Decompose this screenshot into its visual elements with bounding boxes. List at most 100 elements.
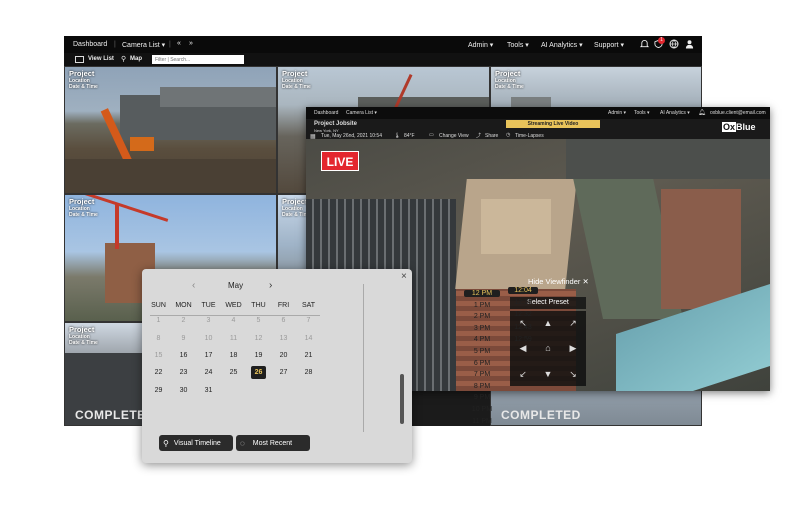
nav-tools[interactable]: Tools ▾ [507, 41, 529, 49]
prev-month-button[interactable]: ‹ [192, 280, 195, 291]
minute-option[interactable]: 12:32 [508, 311, 538, 318]
day-cell[interactable]: 11 [221, 329, 246, 346]
map-button[interactable]: Map [130, 56, 142, 62]
project-title: Project Jobsite [314, 121, 358, 127]
nav-ai-analytics[interactable]: AI Analytics ▾ [541, 41, 583, 49]
expand-icon[interactable]: » [189, 40, 193, 47]
hour-option[interactable]: 2 PM [464, 313, 500, 320]
bell-icon[interactable]: 🔔︎ [698, 109, 706, 116]
most-recent-button[interactable]: ◌ Most Recent [236, 435, 310, 451]
selected-day[interactable]: 26 [251, 366, 266, 380]
day-cell[interactable]: 18 [221, 347, 246, 364]
day-cell[interactable]: 19 [246, 347, 271, 364]
live-nav-admin[interactable]: Admin ▾ [608, 110, 626, 116]
hour-option[interactable]: 9 PM [464, 394, 500, 401]
hour-option[interactable]: 4 PM [464, 336, 500, 343]
selected-hour[interactable]: 12 PM [464, 290, 500, 297]
day-cell[interactable]: 24 [196, 364, 221, 381]
hour-option[interactable]: 7 PM [464, 371, 500, 378]
share-button[interactable]: Share [485, 133, 498, 139]
calendar-icon[interactable]: ▦ [310, 133, 316, 140]
day-cell[interactable]: 17 [196, 347, 221, 364]
filter-search-input[interactable] [152, 55, 244, 64]
next-month-button[interactable]: › [269, 280, 272, 291]
weekday-header: MON [175, 301, 192, 309]
arrow-up-right-icon[interactable]: ↗ [565, 316, 581, 330]
hour-option[interactable]: 11 PM [464, 418, 500, 425]
hour-option[interactable]: 8 PM [464, 383, 500, 390]
day-cell[interactable]: 13 [271, 329, 296, 346]
home-icon[interactable]: ⌂ [540, 341, 556, 355]
view-list-button[interactable]: View List [88, 56, 114, 62]
hour-option[interactable]: 3 PM [464, 325, 500, 332]
day-cell[interactable]: 31 [196, 382, 221, 399]
tile-title: Project [69, 69, 95, 78]
hour-option[interactable]: 5 PM [464, 348, 500, 355]
nav-admin[interactable]: Admin ▾ [468, 41, 493, 49]
day-cell[interactable]: 15 [146, 347, 171, 364]
close-icon[interactable]: × [401, 271, 407, 282]
streaming-live-video-button[interactable]: Streaming Live Video [506, 120, 600, 128]
bell-icon[interactable] [639, 39, 650, 51]
minute-option[interactable]: 12:59 [508, 336, 538, 343]
user-icon[interactable] [685, 39, 694, 51]
day-cell[interactable]: 20 [271, 347, 296, 364]
selected-minute[interactable]: 12:04 [508, 287, 538, 294]
day-cell[interactable]: 8 [146, 329, 171, 346]
live-nav-dashboard[interactable]: Dashboard [314, 110, 338, 116]
ptz-control-pad: ↖ ▲ ↗ ◀ ⌂ ▶ ↙ ▼ ↘ [510, 311, 586, 386]
day-cell[interactable]: 12 [246, 329, 271, 346]
month-label: May [228, 281, 244, 290]
weekday-header: THU [251, 301, 266, 309]
hide-viewfinder-button[interactable]: Hide Viewfinder ✕ [528, 277, 589, 286]
minute-option[interactable]: 12:18 [508, 299, 538, 306]
day-cell[interactable]: 16 [171, 347, 196, 364]
tile-datetime: Date & Time [69, 84, 98, 90]
day-cell[interactable]: 9 [171, 329, 196, 346]
day-cell[interactable]: 28 [296, 364, 321, 381]
day-cell[interactable]: 23 [171, 364, 196, 381]
live-nav-camera-list[interactable]: Camera List ▾ [346, 110, 377, 116]
live-nav-ai-analytics[interactable]: AI Analytics ▾ [660, 110, 690, 116]
hour-option[interactable]: 1 PM [464, 302, 500, 309]
globe-icon[interactable] [669, 39, 679, 51]
arrow-down-icon[interactable]: ▼ [540, 367, 556, 381]
arrow-up-icon[interactable]: ▲ [540, 316, 556, 330]
empty-day [246, 382, 271, 399]
weekday-header: SAT [301, 301, 316, 309]
empty-day [221, 382, 246, 399]
arrow-down-right-icon[interactable]: ↘ [565, 367, 581, 381]
day-cell[interactable]: 25 [221, 364, 246, 381]
thermometer-icon: 🌡︎ [394, 133, 401, 139]
day-cell[interactable]: 10 [196, 329, 221, 346]
arrow-left-icon[interactable]: ◀ [515, 341, 531, 355]
nav-dashboard[interactable]: Dashboard [73, 41, 107, 48]
change-view-button[interactable]: Change View [439, 133, 469, 139]
live-badge: LIVE [321, 151, 359, 171]
day-cell[interactable]: 27 [271, 364, 296, 381]
nav-camera-list[interactable]: Camera List ▾ [122, 41, 165, 49]
empty-day [271, 382, 296, 399]
scrollbar[interactable] [400, 374, 404, 424]
day-cell[interactable]: 21 [296, 347, 321, 364]
time-lapses-button[interactable]: Time-Lapses [515, 133, 544, 139]
minute-option[interactable]: 12:43 [508, 324, 538, 331]
visual-timeline-label: Visual Timeline [173, 439, 221, 447]
arrow-right-icon[interactable]: ▶ [565, 341, 581, 355]
hour-option[interactable]: 10 PM [464, 406, 500, 413]
tile-title: Project [282, 197, 308, 206]
live-datetime[interactable]: Tue, May 26nd, 2021 10:54 [321, 133, 382, 139]
hour-option[interactable]: 6 PM [464, 360, 500, 367]
visual-timeline-button[interactable]: ⚲ Visual Timeline [159, 435, 233, 451]
collapse-icon[interactable]: « [177, 40, 181, 47]
live-nav-tools[interactable]: Tools ▾ [634, 110, 650, 116]
day-cell[interactable]: 14 [296, 329, 321, 346]
day-cell[interactable]: 30 [171, 382, 196, 399]
day-cell[interactable]: 29 [146, 382, 171, 399]
day-cell[interactable]: 22 [146, 364, 171, 381]
arrow-down-left-icon[interactable]: ↙ [515, 367, 531, 381]
day-cell[interactable]: 26 [246, 364, 271, 381]
user-email[interactable]: oxblue.client@email.com [710, 110, 766, 116]
camera-tile[interactable]: Project Location Date & Time [64, 66, 277, 194]
nav-support[interactable]: Support ▾ [594, 41, 624, 49]
